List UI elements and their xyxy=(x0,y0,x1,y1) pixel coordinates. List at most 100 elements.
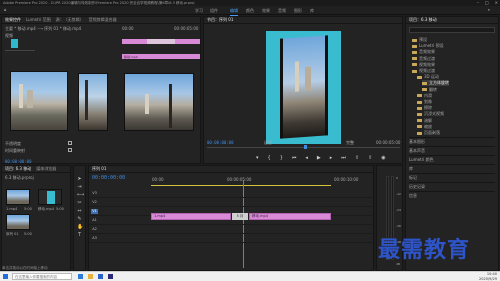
folder-icon xyxy=(412,50,417,54)
bin-path: 6.3 移动.prproj xyxy=(5,175,34,180)
track-label-a2[interactable]: A2 xyxy=(91,227,98,232)
close-icon[interactable]: × xyxy=(495,0,498,5)
playhead-icon[interactable] xyxy=(304,145,307,149)
timeline-timecode[interactable]: 00:00:00:00 xyxy=(92,175,125,181)
tab-source[interactable]: 源：（无剪辑） xyxy=(56,17,84,23)
effects-tree-label: 翻转 xyxy=(429,86,437,92)
meter-label-1: -12 xyxy=(396,192,401,196)
start-icon[interactable] xyxy=(3,274,8,279)
workspace-tab-6[interactable]: 图形 xyxy=(294,8,302,14)
type-tool-icon[interactable]: T xyxy=(77,233,82,238)
side-panel-item[interactable]: 历史记录 xyxy=(409,182,495,190)
home-icon[interactable]: ⌂ xyxy=(4,7,7,12)
workspace-tab-7[interactable]: 库 xyxy=(310,8,314,14)
effects-tree-item[interactable]: 内滑 xyxy=(417,93,432,99)
prop-time-remap[interactable]: 时间重映射 xyxy=(5,148,25,154)
track-label-v1[interactable]: V1 xyxy=(91,209,98,214)
go-to-in-icon[interactable]: ⏮ xyxy=(292,155,297,161)
tab-media-browser[interactable]: 媒体浏览器 xyxy=(36,166,56,172)
track-label-a3[interactable]: A3 xyxy=(91,236,98,241)
prop-opacity[interactable]: 不透明度 xyxy=(5,141,21,147)
step-back-icon[interactable]: ◂ xyxy=(305,155,308,161)
razor-tool-icon[interactable]: ✂ xyxy=(77,201,82,206)
minimize-icon[interactable]: – xyxy=(477,0,479,5)
effects-tree-item[interactable]: 页面剥落 xyxy=(417,130,440,136)
selection-tool-icon[interactable]: ➤ xyxy=(77,177,82,182)
bin-thumb-1[interactable] xyxy=(6,189,30,205)
work-area-bar[interactable] xyxy=(151,185,331,186)
keyframe-toggle-icon-2[interactable] xyxy=(68,148,72,152)
go-to-out-icon[interactable]: ⏭ xyxy=(341,155,346,161)
tab-sequence[interactable]: 序列 01 xyxy=(92,166,106,172)
timeline-clip-v1[interactable]: 1.mp4 xyxy=(151,213,231,220)
bin-item-2-dur: 5:00 xyxy=(56,207,64,211)
out-point-icon[interactable]: } xyxy=(280,155,283,161)
lift-icon[interactable]: ⇧ xyxy=(355,155,359,161)
tab-effect-controls[interactable]: 效果控件 xyxy=(5,17,21,23)
fx-timecode[interactable]: 00:00:00:00 xyxy=(5,159,32,164)
effects-tree-item[interactable]: 立方体旋转 xyxy=(422,80,449,87)
track-select-icon[interactable]: ⇥ xyxy=(77,185,82,190)
extract-icon[interactable]: ⇪ xyxy=(368,155,372,161)
side-panel-item[interactable]: 基本图形 xyxy=(409,137,495,145)
timeline-clip-v1b[interactable]: 移动.mp4 xyxy=(249,213,331,220)
effects-tree-item[interactable]: 音频过渡 xyxy=(412,56,435,62)
effects-tree-item[interactable]: 翻转 xyxy=(422,87,437,93)
track-label-a1[interactable]: A1 xyxy=(91,218,98,223)
side-panel-item[interactable]: 标记 xyxy=(409,173,495,181)
program-tc-left[interactable]: 00:00:00:00 xyxy=(207,140,234,145)
tab-program[interactable]: 节目：序列 01 xyxy=(207,17,233,23)
in-point-icon[interactable]: { xyxy=(268,155,271,161)
track-label-v2[interactable]: V2 xyxy=(91,200,98,205)
folder-icon xyxy=(417,131,422,135)
tab-project[interactable]: 项目：6.3 移动 xyxy=(409,17,437,23)
browser-icon[interactable] xyxy=(98,274,103,279)
workspace-tab-5[interactable]: 音频 xyxy=(278,8,286,14)
program-tc-right: 00:00:05:00 xyxy=(376,140,401,145)
side-panel-item[interactable]: 信息 xyxy=(409,191,495,199)
explorer-icon[interactable] xyxy=(88,274,93,279)
clip-tooltip: 5 月 xyxy=(232,213,248,220)
side-panel-item[interactable]: Lumetri 颜色 xyxy=(409,155,495,163)
ripple-edit-icon[interactable]: ⟷ xyxy=(77,193,84,198)
track-label-v3[interactable]: V3 xyxy=(91,191,98,196)
bin-thumb-2[interactable] xyxy=(38,189,62,205)
play-icon[interactable]: ▶ xyxy=(317,155,321,161)
hand-tool-icon[interactable]: ✋ xyxy=(77,225,83,230)
premiere-icon[interactable] xyxy=(108,274,113,279)
maximize-icon[interactable]: □ xyxy=(485,0,489,5)
effects-tree-item[interactable]: 缩放 xyxy=(417,124,432,130)
marker-icon[interactable]: ▾ xyxy=(256,155,259,161)
pen-tool-icon[interactable]: ✎ xyxy=(77,217,82,222)
workspace-tab-3[interactable]: 颜色 xyxy=(246,8,254,14)
slip-tool-icon[interactable]: ⇔ xyxy=(77,209,82,214)
fx-clip-bar-2[interactable]: 移动.mp4 xyxy=(122,54,200,59)
meter-label-0: 0 xyxy=(396,176,398,180)
side-panel-item[interactable]: 库 xyxy=(409,164,495,172)
search-icon[interactable]: ⌕ xyxy=(488,7,490,12)
export-frame-icon[interactable]: ◉ xyxy=(381,155,385,161)
step-forward-icon[interactable]: ▸ xyxy=(330,155,333,161)
color-swatch[interactable] xyxy=(11,39,18,48)
taskview-icon[interactable] xyxy=(78,274,83,279)
effects-tree-item[interactable]: 溶解 xyxy=(417,118,432,124)
side-panel-item[interactable]: 基本声音 xyxy=(409,146,495,154)
effects-tree-item[interactable]: 沉浸式视频 xyxy=(417,111,444,117)
effects-search-input[interactable] xyxy=(409,27,495,33)
effects-tree-item[interactable]: 音频效果 xyxy=(412,49,435,55)
quality-select[interactable]: 完整 xyxy=(346,140,354,146)
folder-icon xyxy=(412,44,417,48)
workspace-tab-2[interactable]: 编辑 xyxy=(230,8,238,16)
workspace-tab-4[interactable]: 效果 xyxy=(262,8,270,14)
tab-lumetri-scopes[interactable]: Lumetri 范围 xyxy=(26,17,51,23)
keyframe-toggle-icon[interactable] xyxy=(68,141,72,145)
tab-audio-mixer[interactable]: 音频剪辑混合器 xyxy=(89,17,117,23)
fit-select[interactable]: 适合 xyxy=(264,140,272,146)
taskbar-search[interactable]: 在这里输入你要搜索的内容 xyxy=(12,273,72,280)
workspace-tab-0[interactable]: 学习 xyxy=(195,8,203,14)
bin-thumb-3[interactable] xyxy=(6,214,30,230)
tab-bin-project[interactable]: 项目: 6.3 移动 xyxy=(5,166,31,172)
workspace-tab-1[interactable]: 组件 xyxy=(210,8,218,14)
video-frame[interactable] xyxy=(280,35,328,139)
effects-tree-item[interactable]: 视频效果 xyxy=(412,62,435,68)
